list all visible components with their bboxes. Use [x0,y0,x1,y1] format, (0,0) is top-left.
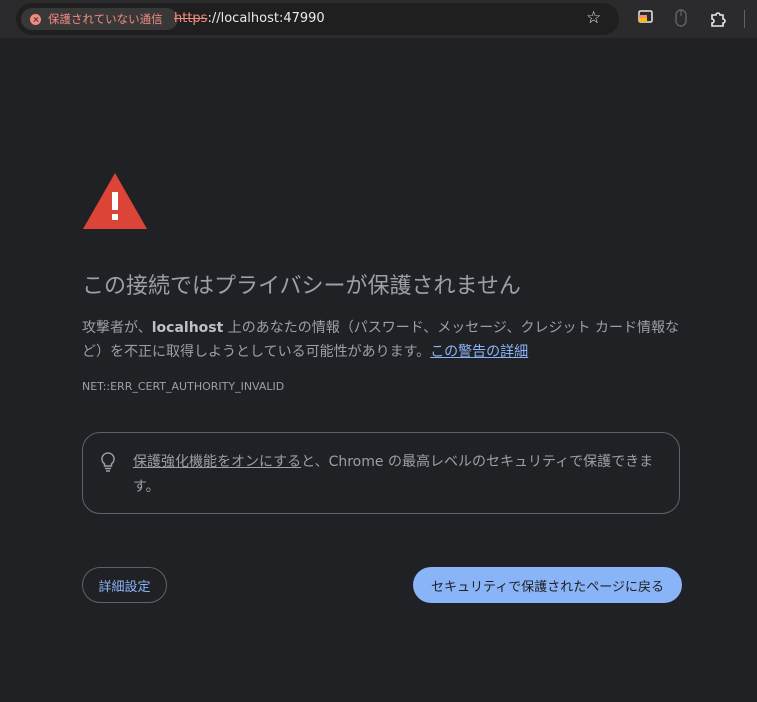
warning-description: 攻撃者が、localhost 上のあなたの情報（パスワード、メッセージ、クレジッ… [82,316,692,364]
cast-icon[interactable] [637,9,655,25]
url-host: ://localhost:47990 [207,11,325,26]
security-chip-label: 保護されていない通信 [48,12,163,26]
lightbulb-icon [101,452,115,472]
star-icon[interactable]: ☆ [586,9,601,27]
puzzle-icon[interactable] [708,9,728,29]
error-code: NET::ERR_CERT_AUTHORITY_INVALID [82,380,285,393]
back-to-safety-button[interactable]: セキュリティで保護されたページに戻る [413,567,682,603]
page-title: この接続ではプライバシーが保護されません [82,274,521,299]
enhanced-protection-link[interactable]: 保護強化機能をオンにする [133,454,301,470]
learn-more-link[interactable]: この警告の詳細 [430,344,528,360]
not-secure-icon [30,13,41,25]
desc-hostname: localhost [151,320,224,336]
callout-text: 保護強化機能をオンにすると、Chrome の最高レベルのセキュリティで保護できま… [133,450,663,500]
warning-icon [83,173,147,229]
mouse-icon[interactable] [674,9,688,27]
address-bar[interactable]: 保護されていない通信 https://localhost:47990 ☆ [16,3,619,35]
advanced-button[interactable]: 詳細設定 [82,567,167,603]
toolbar-divider [744,10,745,28]
url-text[interactable]: https://localhost:47990 [174,11,325,26]
desc-text-1: 攻撃者が、 [82,320,152,336]
url-scheme: https [174,11,208,26]
security-chip[interactable]: 保護されていない通信 [21,8,178,30]
enhanced-protection-callout: 保護強化機能をオンにすると、Chrome の最高レベルのセキュリティで保護できま… [82,432,680,514]
browser-toolbar: 保護されていない通信 https://localhost:47990 ☆ [0,0,757,38]
